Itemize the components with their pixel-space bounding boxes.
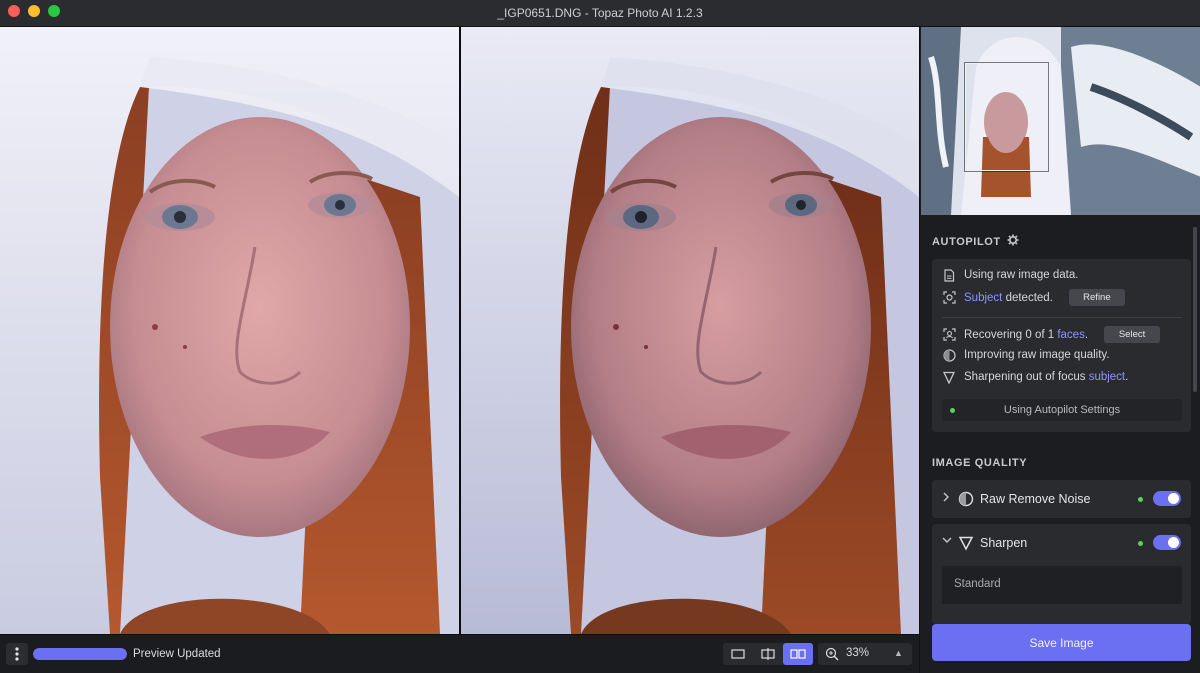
filter-raw-remove-noise: Raw Remove Noise (932, 480, 1191, 518)
image-quality-title: IMAGE QUALITY (932, 457, 1028, 469)
app-window: _IGP0651.DNG - Topaz Photo AI 1.2.3 AUTO… (0, 0, 1200, 673)
sidebar-scrollbar[interactable] (1193, 227, 1197, 392)
autopilot-header: AUTOPILOT (932, 234, 1019, 249)
sharpen-period: . (1125, 371, 1129, 383)
image-quality-header: IMAGE QUALITY (932, 457, 1027, 469)
filter-sharpen: Sharpen Standard (932, 524, 1191, 624)
noise-reduction-icon (958, 491, 974, 507)
filter-status-dot (1138, 541, 1143, 546)
sharpen-mode-standard[interactable]: Standard (942, 566, 1182, 604)
split-view-icon (761, 648, 775, 660)
preview-status-text: Preview Updated (133, 648, 221, 660)
window-controls (8, 5, 60, 17)
view-mode-group (723, 643, 813, 665)
autopilot-faces-row: Recovering 0 of 1 faces. Select (942, 326, 1161, 343)
autopilot-status-button[interactable]: Using Autopilot Settings (942, 399, 1182, 421)
autopilot-sharpen-row: Sharpening out of focus subject. (942, 370, 1128, 384)
sharpen-subject-link[interactable]: subject (1089, 371, 1125, 383)
side-by-side-icon (790, 649, 806, 659)
preview-progress-bar (33, 648, 127, 660)
autopilot-status-text: Using Autopilot Settings (1003, 404, 1121, 416)
autopilot-separator (942, 317, 1182, 318)
original-photo (0, 27, 459, 634)
faces-link[interactable]: faces (1057, 329, 1085, 341)
noise-reduction-icon (942, 348, 956, 362)
filter-header[interactable]: Sharpen (932, 524, 1191, 562)
refine-button[interactable]: Refine (1068, 289, 1125, 306)
processed-photo (461, 27, 919, 634)
processed-preview[interactable] (461, 27, 919, 634)
subject-link[interactable]: Subject (964, 292, 1002, 304)
autopilot-card: Using raw image data. Subject detected. … (932, 259, 1191, 432)
original-preview[interactable] (0, 27, 459, 634)
navigator-thumbnail[interactable] (921, 27, 1200, 215)
faces-period: . (1084, 328, 1089, 341)
raw-file-icon (942, 268, 956, 282)
faces-text: Recovering 0 of 1 (964, 328, 1055, 341)
face-recovery-icon (942, 328, 956, 342)
filter-toggle[interactable] (1153, 535, 1181, 550)
filter-status-dot (1138, 497, 1143, 502)
single-view-button[interactable] (723, 643, 753, 665)
autopilot-title: AUTOPILOT (932, 235, 1001, 248)
autopilot-raw-text: Using raw image data. (964, 269, 1079, 281)
close-window-button[interactable] (8, 5, 20, 17)
autopilot-raw-row: Using raw image data. (942, 268, 1078, 282)
select-faces-button[interactable]: Select (1104, 326, 1161, 343)
autopilot-subject-row: Subject detected. Refine (942, 289, 1125, 306)
preview-progress-fill (33, 648, 127, 660)
window-title: _IGP0651.DNG - Topaz Photo AI 1.2.3 (497, 6, 703, 20)
autopilot-quality-row: Improving raw image quality. (942, 348, 1110, 362)
navigator-photo (921, 27, 1200, 215)
maximize-window-button[interactable] (48, 5, 60, 17)
title-bar: _IGP0651.DNG - Topaz Photo AI 1.2.3 (0, 0, 1200, 27)
sharpen-text: Sharpening out of focus (964, 371, 1086, 383)
chevron-right-icon[interactable] (942, 492, 952, 505)
chevron-down-icon[interactable] (942, 536, 952, 547)
minimize-window-button[interactable] (28, 5, 40, 17)
split-view-button[interactable] (753, 643, 783, 665)
autopilot-settings-gear-icon[interactable] (1007, 234, 1019, 249)
autopilot-quality-text: Improving raw image quality. (964, 349, 1110, 361)
sharpen-icon (942, 370, 956, 384)
right-sidebar: AUTOPILOT Using raw image data. Subject … (919, 27, 1200, 673)
autopilot-status-dot (950, 408, 955, 413)
filter-label: Raw Remove Noise (980, 492, 1091, 506)
filter-header[interactable]: Raw Remove Noise (932, 480, 1191, 518)
side-by-side-view-button[interactable] (783, 643, 813, 665)
subject-detected-text: detected. (1005, 291, 1053, 304)
single-view-icon (731, 649, 745, 659)
sharpen-icon (958, 535, 974, 551)
save-image-button[interactable]: Save Image (932, 624, 1191, 661)
zoom-control[interactable]: 33% ▲ (818, 643, 912, 665)
navigator-viewport-box[interactable] (965, 63, 1048, 171)
zoom-dropdown-arrow-icon[interactable]: ▲ (894, 648, 903, 658)
more-menu-button[interactable] (6, 643, 28, 665)
zoom-icon (825, 647, 839, 661)
subject-detect-icon (942, 291, 956, 305)
bottom-toolbar: Preview Updated 33% ▲ (0, 634, 919, 673)
vertical-dots-icon (15, 647, 19, 661)
zoom-value: 33% (846, 647, 870, 659)
filter-toggle[interactable] (1153, 491, 1181, 506)
filter-label: Sharpen (980, 536, 1028, 550)
